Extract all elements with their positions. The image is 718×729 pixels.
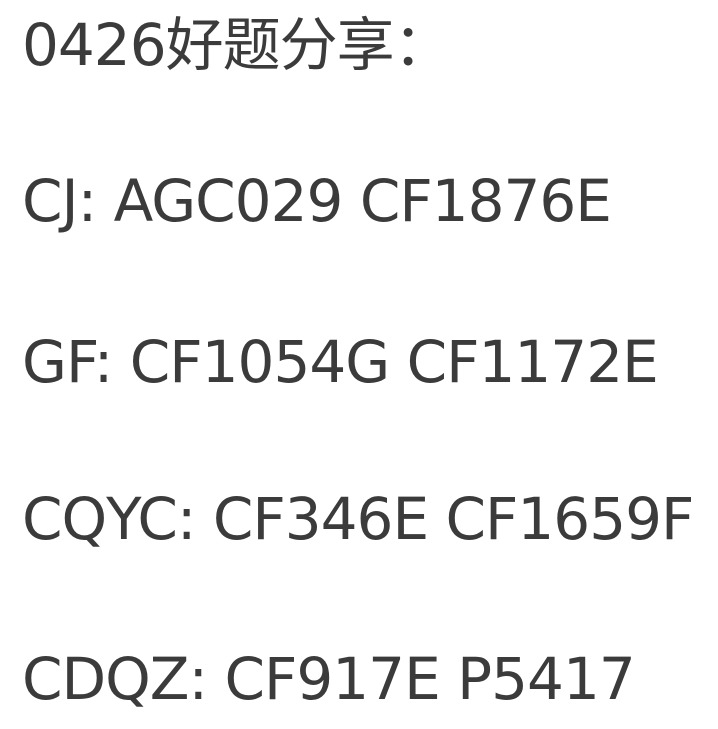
problem-line-cdqz: CDQZ: CF917E P5417 bbox=[22, 645, 636, 713]
problem-line-gf: GF: CF1054G CF1172E bbox=[22, 328, 659, 396]
problem-line-cqyc: CQYC: CF346E CF1659F bbox=[22, 485, 694, 553]
document-heading: 0426好题分享： bbox=[22, 11, 452, 79]
problem-line-cj: CJ: AGC029 CF1876E bbox=[22, 167, 612, 235]
document-page: 0426好题分享： CJ: AGC029 CF1876E GF: CF1054G… bbox=[0, 0, 718, 729]
